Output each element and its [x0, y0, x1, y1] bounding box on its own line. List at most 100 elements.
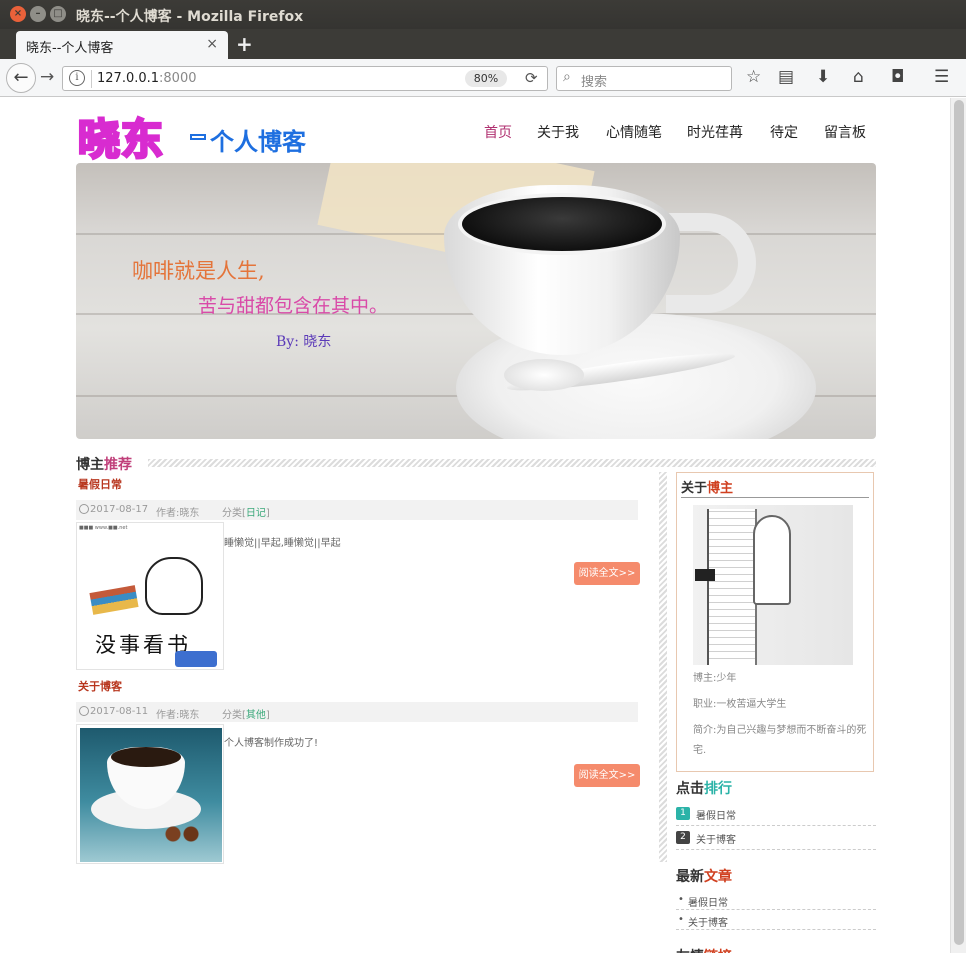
post-title[interactable]: 关于博客 [78, 678, 122, 694]
about-intro-cont: 宅. [693, 745, 707, 756]
latest-label: 暑假日常 [688, 898, 728, 909]
home-icon[interactable]: ⌂ [853, 67, 864, 87]
category-link[interactable]: 其他 [246, 710, 266, 721]
window-minimize-button[interactable]: – [30, 6, 46, 22]
window-title: 晓东--个人博客 - Mozilla Firefox [76, 9, 304, 25]
latest-title-a: 最新 [676, 869, 704, 885]
about-divider [681, 497, 869, 498]
post-author: 作者:晓东 [156, 710, 200, 721]
avatar-figure-coat [707, 509, 757, 665]
thumb-coffee [111, 747, 181, 767]
recommend-title: 博主推荐 [76, 454, 132, 474]
latest-title: 最新文章 [676, 866, 732, 886]
bookmark-star-icon[interactable]: ☆ [746, 67, 761, 87]
post-author: 作者:晓东 [156, 508, 200, 519]
thumb-watermark: ■■■ www.■■.net [79, 525, 128, 531]
about-title-a: 关于 [681, 481, 708, 496]
zoom-level-badge[interactable]: 80% [465, 70, 507, 87]
post-title[interactable]: 暑假日常 [78, 476, 122, 492]
reload-icon[interactable]: ⟳ [525, 69, 538, 87]
nav-guestbook[interactable]: 留言板 [824, 122, 866, 142]
about-title-b: 博主 [707, 481, 734, 496]
nav-time[interactable]: 时光荏苒 [687, 122, 743, 142]
thumb-character [145, 557, 203, 615]
new-tab-button[interactable]: + [236, 32, 253, 56]
post-category: 分类[其他] [222, 706, 270, 721]
column-divider [659, 472, 667, 862]
post-list: 暑假日常 2017-08-17 作者:晓东 分类[日记] ■■■ www.■■.… [76, 472, 662, 864]
thumb-books [89, 585, 139, 615]
window-close-button[interactable]: × [10, 6, 26, 22]
banner-cup-handle [666, 213, 756, 313]
thumb-coffee-beans [163, 825, 203, 843]
page-viewport: 晓东 个人博客 首页 关于我 心情随笔 时光荏苒 待定 留言板 咖啡就是人生, … [0, 98, 950, 953]
post-thumbnail[interactable]: ■■■ www.■■.net 没事看书 [76, 522, 224, 670]
links-title: 友情链接 [676, 946, 732, 953]
post-date: 2017-08-11 [90, 706, 149, 717]
latest-item[interactable]: • 暑假日常 [676, 890, 876, 910]
browser-tab[interactable]: 晓东--个人博客 × [16, 31, 228, 59]
read-more-button[interactable]: 阅读全文>> [574, 562, 640, 585]
clock-icon [79, 706, 89, 716]
reading-list-icon[interactable]: ▤ [778, 67, 794, 87]
menu-icon[interactable]: ☰ [934, 67, 949, 87]
clock-icon [79, 504, 89, 514]
post-category: 分类[日记] [222, 504, 270, 519]
post-date: 2017-08-17 [90, 504, 149, 515]
ranking-item[interactable]: 1 暑假日常 [676, 802, 876, 826]
nav-pending[interactable]: 待定 [770, 122, 798, 142]
banner-spoon-bowl [504, 359, 584, 391]
ranking-item[interactable]: 2 关于博客 [676, 826, 876, 850]
category-suffix: ] [265, 508, 270, 519]
rank-label: 关于博客 [696, 835, 736, 846]
logo-dash [190, 134, 206, 140]
back-button[interactable]: ← [6, 63, 36, 93]
window-titlebar: × – □ 晓东--个人博客 - Mozilla Firefox [0, 0, 966, 29]
page-scrollbar[interactable] [950, 98, 966, 953]
read-more-button[interactable]: 阅读全文>> [574, 764, 640, 787]
url-host: 127.0.0.1 [97, 71, 160, 86]
avatar-figure-arm [753, 515, 791, 605]
latest-label: 关于博客 [688, 918, 728, 929]
about-job: 职业:一枚苦逼大学生 [693, 699, 787, 710]
about-title: 关于博主 [681, 477, 733, 496]
logo-sub-text: 个人博客 [210, 128, 306, 156]
url-bar[interactable]: i 127.0.0.1:8000 80% ⟳ [62, 66, 548, 91]
url-separator [91, 70, 92, 88]
window-maximize-button[interactable]: □ [50, 6, 66, 22]
pocket-icon[interactable]: ◘ [891, 67, 904, 87]
blogger-avatar [693, 505, 853, 665]
url-text[interactable]: 127.0.0.1:8000 [97, 71, 197, 86]
recommend-title-b: 推荐 [104, 457, 132, 473]
latest-item[interactable]: • 关于博客 [676, 910, 876, 930]
post-meta: 2017-08-17 作者:晓东 分类[日记] [76, 500, 638, 520]
post-excerpt: 个人博客制作成功了! [224, 738, 319, 749]
site-info-icon[interactable]: i [69, 70, 85, 86]
bullet-icon: • [678, 894, 684, 905]
tab-title: 晓东--个人博客 [26, 41, 114, 56]
latest-title-b: 文章 [704, 869, 732, 885]
scrollbar-thumb[interactable] [954, 100, 964, 945]
avatar-figure-belt [695, 569, 715, 581]
about-blogger-box: 关于博主 博主:少年 职业:一枚苦逼大学生 简介:为自己兴趣与梦想而不断奋斗的死… [676, 472, 874, 772]
logo-main-text: 晓东 [76, 114, 165, 166]
ranking-title: 点击排行 [676, 778, 732, 798]
recommend-heading: 博主推荐 [76, 454, 876, 474]
category-link[interactable]: 日记 [246, 508, 266, 519]
search-bar[interactable]: ⌕ 搜索 [556, 66, 732, 91]
banner-line-2: 苦与甜都包含在其中。 [198, 295, 389, 317]
nav-about[interactable]: 关于我 [537, 122, 579, 142]
banner-line-1: 咖啡就是人生, [132, 259, 265, 283]
post-excerpt: 睡懒觉||早起,睡懒觉||早起 [224, 538, 341, 549]
forward-button[interactable]: → [40, 67, 54, 87]
hero-banner: 咖啡就是人生, 苦与甜都包含在其中。 By: 晓东 [76, 163, 876, 439]
about-intro: 简介:为自己兴趣与梦想而不断奋斗的死 [693, 725, 867, 736]
rank-label: 暑假日常 [696, 811, 736, 822]
download-icon[interactable]: ⬇ [816, 67, 830, 87]
tab-close-icon[interactable]: × [206, 36, 218, 52]
nav-mood[interactable]: 心情随笔 [606, 122, 662, 142]
site-logo[interactable]: 晓东 个人博客 [76, 106, 306, 166]
category-suffix: ] [265, 710, 270, 721]
nav-home[interactable]: 首页 [484, 122, 512, 142]
post-thumbnail[interactable] [76, 724, 224, 864]
